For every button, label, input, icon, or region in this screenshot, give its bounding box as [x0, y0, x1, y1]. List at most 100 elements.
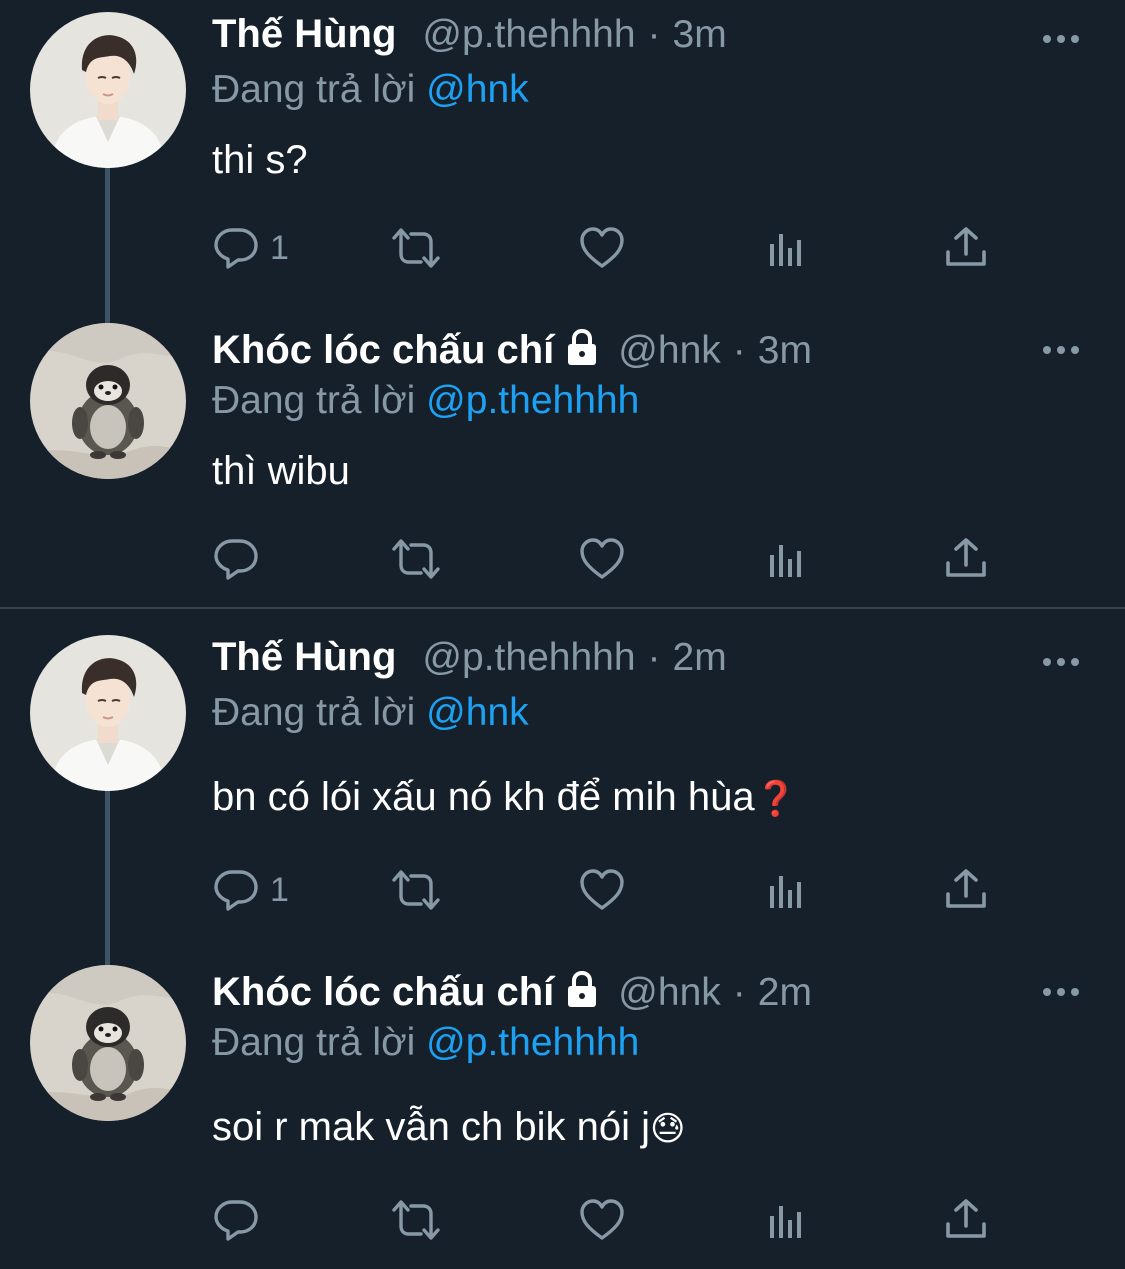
tweet-text: thi s? — [212, 138, 308, 183]
heart-icon — [578, 866, 626, 914]
tweet-text-content: bn có lói xấu nó kh để mih hùa — [212, 775, 755, 819]
retweet-icon — [388, 866, 444, 914]
tweet-actions: 1 — [212, 218, 1012, 278]
lock-icon — [562, 969, 602, 1009]
tweet-header: Khóc lóc chấu chí @hnk · 2m — [212, 965, 812, 1025]
display-name[interactable]: Thế Hùng — [212, 12, 396, 57]
more-icon[interactable] — [1041, 343, 1081, 357]
avatar[interactable] — [30, 12, 186, 168]
analytics-button[interactable] — [762, 860, 810, 920]
question-emoji: ❓ — [754, 780, 797, 818]
avatar[interactable] — [30, 635, 186, 791]
reply-button[interactable]: 1 — [212, 218, 289, 278]
retweet-button[interactable] — [388, 1190, 444, 1250]
thread-divider — [0, 607, 1125, 609]
reply-button[interactable] — [212, 1190, 270, 1250]
tweet-actions: 1 — [212, 860, 1012, 920]
tweet-text: bn có lói xấu nó kh để mih hùa❓ — [212, 775, 797, 820]
user-handle[interactable]: @hnk — [618, 971, 720, 1015]
timestamp[interactable]: 3m — [673, 13, 727, 57]
more-icon[interactable] — [1041, 32, 1081, 46]
replying-label: Đang trả lời — [212, 1021, 416, 1064]
reply-button[interactable] — [212, 529, 270, 589]
timestamp[interactable]: 2m — [673, 636, 727, 680]
reply-button[interactable]: 1 — [212, 860, 289, 920]
share-icon — [942, 866, 990, 914]
more-icon[interactable] — [1041, 985, 1081, 999]
reply-count: 1 — [270, 228, 289, 267]
share-icon — [942, 535, 990, 583]
mention-link[interactable]: @p.thehhhh — [426, 379, 639, 422]
display-name[interactable]: Khóc lóc chấu chí — [212, 328, 554, 373]
reply-icon — [212, 535, 260, 583]
mention-link[interactable]: @hnk — [426, 691, 528, 734]
tweet-header: Thế Hùng @p.thehhhh · 2m — [212, 635, 727, 695]
mention-link[interactable]: @hnk — [426, 68, 528, 111]
reply-count: 1 — [270, 870, 289, 909]
share-icon — [942, 224, 990, 272]
analytics-icon — [762, 1196, 810, 1244]
more-icon[interactable] — [1041, 655, 1081, 669]
replying-label: Đang trả lời — [212, 68, 416, 111]
user-handle[interactable]: @hnk — [618, 329, 720, 373]
replying-to: Đang trả lời @p.thehhhh — [212, 1021, 639, 1065]
share-button[interactable] — [942, 529, 990, 589]
display-name[interactable]: Thế Hùng — [212, 635, 396, 680]
tweet-actions — [212, 1190, 1012, 1250]
retweet-icon — [388, 224, 444, 272]
user-handle[interactable]: @p.thehhhh — [422, 13, 635, 57]
tweet-text-content: soi r mak vẫn ch bik nói j — [212, 1105, 650, 1149]
tweet-actions — [212, 529, 1012, 589]
timestamp[interactable]: 3m — [758, 329, 812, 373]
tweet-text-content: thi s? — [212, 138, 308, 182]
sweat-face-emoji: 😓 — [649, 1110, 686, 1148]
like-button[interactable] — [578, 529, 626, 589]
replying-label: Đang trả lời — [212, 691, 416, 734]
analytics-button[interactable] — [762, 1190, 810, 1250]
thread-line — [105, 790, 110, 966]
like-button[interactable] — [578, 218, 626, 278]
heart-icon — [578, 1196, 626, 1244]
replying-label: Đang trả lời — [212, 379, 416, 422]
separator: · — [732, 971, 746, 1014]
reply-icon — [212, 866, 260, 914]
share-button[interactable] — [942, 860, 990, 920]
avatar[interactable] — [30, 323, 186, 479]
like-button[interactable] — [578, 1190, 626, 1250]
replying-to: Đang trả lời @p.thehhhh — [212, 379, 639, 423]
separator: · — [732, 329, 746, 372]
separator: · — [647, 636, 661, 679]
tweet-header: Thế Hùng @p.thehhhh · 3m — [212, 12, 727, 72]
reply-icon — [212, 224, 260, 272]
share-button[interactable] — [942, 218, 990, 278]
tweet-text: soi r mak vẫn ch bik nói j😓 — [212, 1105, 685, 1150]
tweet-text: thì wibu — [212, 449, 350, 494]
analytics-icon — [762, 535, 810, 583]
replying-to: Đang trả lời @hnk — [212, 68, 529, 112]
retweet-button[interactable] — [388, 218, 444, 278]
user-handle[interactable]: @p.thehhhh — [422, 636, 635, 680]
retweet-button[interactable] — [388, 860, 444, 920]
display-name[interactable]: Khóc lóc chấu chí — [212, 970, 554, 1015]
like-button[interactable] — [578, 860, 626, 920]
analytics-button[interactable] — [762, 218, 810, 278]
timestamp[interactable]: 2m — [758, 971, 812, 1015]
reply-icon — [212, 1196, 260, 1244]
replying-to: Đang trả lời @hnk — [212, 691, 529, 735]
analytics-button[interactable] — [762, 529, 810, 589]
mention-link[interactable]: @p.thehhhh — [426, 1021, 639, 1064]
separator: · — [647, 13, 661, 56]
share-icon — [942, 1196, 990, 1244]
retweet-button[interactable] — [388, 529, 444, 589]
avatar[interactable] — [30, 965, 186, 1121]
tweet-text-content: thì wibu — [212, 449, 350, 493]
retweet-icon — [388, 1196, 444, 1244]
heart-icon — [578, 224, 626, 272]
thread-line — [105, 166, 110, 324]
lock-icon — [562, 327, 602, 367]
analytics-icon — [762, 866, 810, 914]
share-button[interactable] — [942, 1190, 990, 1250]
analytics-icon — [762, 224, 810, 272]
retweet-icon — [388, 535, 444, 583]
heart-icon — [578, 535, 626, 583]
